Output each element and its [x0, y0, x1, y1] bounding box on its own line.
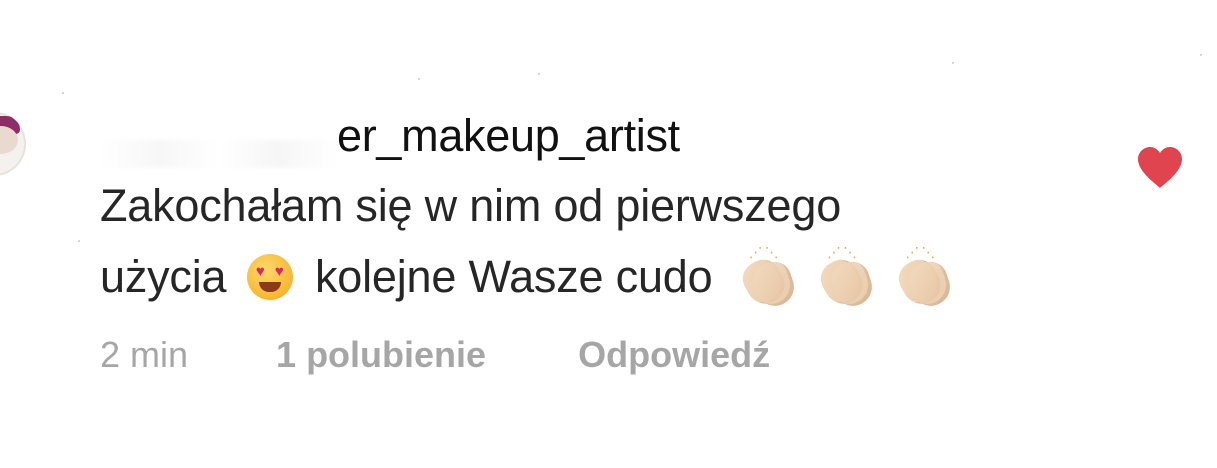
comment-text-line-2: użycia ♥ ♥ kolejne Wasze cudo ⋰⋱ ⋰⋱ ⋰⋱ — [100, 244, 962, 317]
heart-eye-right: ♥ — [274, 263, 284, 280]
sparkle-icon: ⋰⋱ — [748, 244, 781, 260]
comment-meta: 2 min 1 polubienie Odpowiedź — [100, 334, 770, 376]
comment-text-line-1: Zakochałam się w nim od pierwszego — [100, 180, 842, 231]
noise-speck — [62, 92, 64, 94]
avatar[interactable] — [0, 112, 26, 176]
reply-button[interactable]: Odpowiedź — [578, 334, 770, 375]
sparkle-icon: ⋰⋱ — [905, 244, 938, 260]
comment-text-segment: użycia — [100, 251, 227, 302]
clapping-hands-emoji: ⋰⋱ — [814, 244, 877, 311]
comment-text-segment: kolejne Wasze cudo — [314, 251, 713, 302]
comment-time: 2 min — [100, 334, 189, 375]
username-redaction — [100, 140, 338, 168]
heart-eye-left: ♥ — [255, 263, 265, 280]
noise-speck — [952, 62, 954, 64]
noise-speck — [78, 240, 80, 242]
comment-username[interactable]: er_makeup_artist — [337, 110, 680, 162]
noise-speck — [418, 78, 420, 80]
clapping-hands-emoji: ⋰⋱ — [892, 244, 956, 311]
clapping-hands-emoji: ⋰⋱ — [736, 244, 799, 311]
clapping-emojis: ⋰⋱ ⋰⋱ ⋰⋱ — [736, 244, 962, 317]
emoji-mouth — [258, 282, 281, 292]
heart-icon — [1138, 147, 1182, 188]
comment-likes-count[interactable]: 1 polubienie — [276, 334, 486, 375]
comment-item: er_makeup_artist Zakochałam się w nim od… — [0, 0, 1217, 468]
sparkle-icon: ⋰⋱ — [827, 244, 860, 260]
like-heart-icon[interactable] — [1136, 146, 1184, 190]
heart-eyes-emoji: ♥ ♥ — [246, 254, 293, 300]
noise-speck — [538, 73, 540, 75]
noise-speck — [1200, 54, 1202, 56]
